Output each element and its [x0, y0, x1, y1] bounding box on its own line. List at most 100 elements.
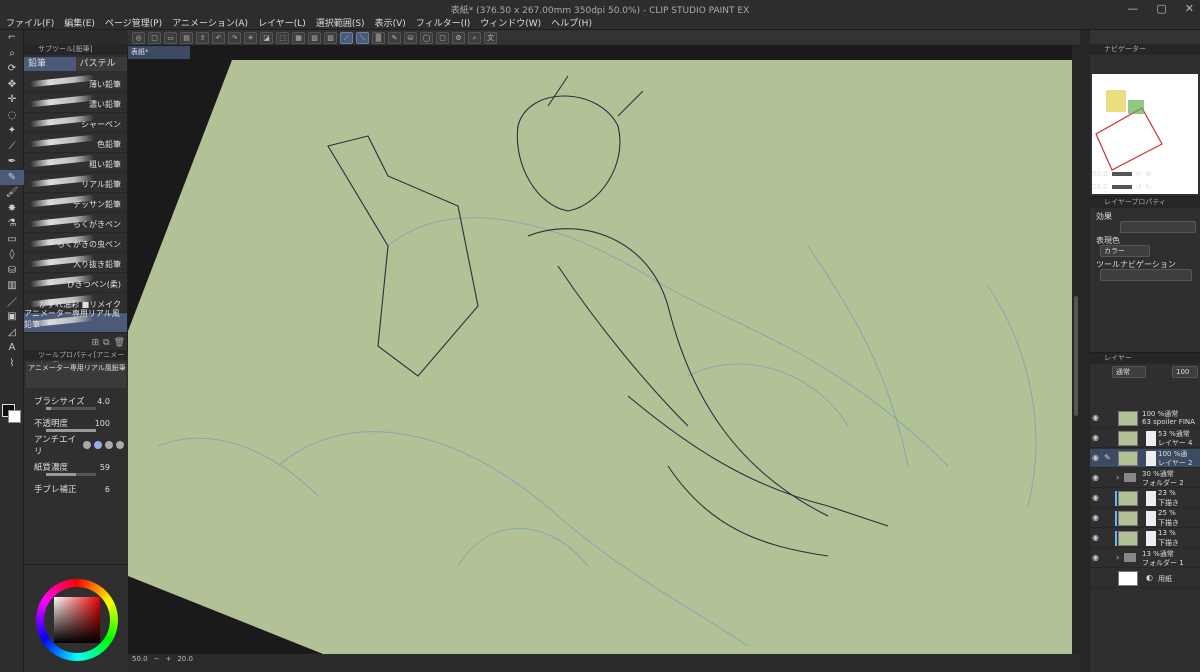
- visibility-eye-icon[interactable]: ◉: [1092, 493, 1102, 502]
- duplicate-subtool-icon[interactable]: ⧉: [103, 338, 109, 348]
- fill-icon[interactable]: ◪: [260, 31, 273, 44]
- transform-icon[interactable]: ⬚: [276, 31, 289, 44]
- airbrush-icon[interactable]: ✸: [0, 201, 24, 217]
- menu-help[interactable]: ヘルプ(H): [551, 16, 592, 29]
- saturation-value-box[interactable]: [54, 597, 100, 643]
- opacity-slider[interactable]: [46, 429, 96, 432]
- menu-layer[interactable]: レイヤー(L): [258, 16, 306, 29]
- chevron-right-icon[interactable]: ›: [1116, 553, 1119, 562]
- close-icon[interactable]: ✕: [1185, 2, 1194, 15]
- correction-icon[interactable]: ⌇: [0, 356, 24, 372]
- brush-item[interactable]: らくがきの虫ペン: [24, 233, 127, 253]
- magic-wand-icon[interactable]: ✦: [0, 123, 24, 139]
- antialias-row[interactable]: アンチエイリ: [24, 434, 128, 457]
- open-file-icon[interactable]: ▭: [164, 31, 177, 44]
- hand-icon[interactable]: ✥: [0, 77, 24, 93]
- opacity-row[interactable]: 不透明度 100: [24, 412, 128, 434]
- stabilization-row[interactable]: 手ブレ補正 6: [24, 478, 128, 500]
- bucket-icon[interactable]: ⛁: [404, 31, 417, 44]
- display-color-select[interactable]: カラー: [1100, 245, 1150, 257]
- visibility-eye-icon[interactable]: ◉: [1092, 413, 1102, 422]
- tool-nav-buttons[interactable]: [1100, 269, 1192, 281]
- visibility-eye-icon[interactable]: ◉: [1092, 453, 1102, 462]
- chevron-right-icon[interactable]: ›: [1116, 473, 1119, 482]
- select-all-icon[interactable]: ▦: [292, 31, 305, 44]
- navigator-zoom-row[interactable]: 50.0 ⊖ ⊕: [1092, 170, 1151, 178]
- decoration-icon[interactable]: ⚗: [0, 216, 24, 232]
- brush-item[interactable]: 薄い鉛筆: [24, 73, 127, 93]
- brush-item-selected[interactable]: アニメーター専用リアル風鉛筆: [24, 309, 127, 333]
- blend-mode-select[interactable]: 通常: [1112, 366, 1146, 378]
- blend-icon[interactable]: ◊: [0, 247, 24, 263]
- layer-row[interactable]: ◉ › 13 %通常 フォルダー 1: [1090, 549, 1200, 568]
- brush-size-row[interactable]: ブラシサイズ 4.0: [24, 390, 128, 412]
- paper-texture-row[interactable]: 紙質濃度 59: [24, 456, 128, 478]
- antialias-options[interactable]: [83, 441, 124, 449]
- minimize-icon[interactable]: —: [1127, 2, 1138, 15]
- menu-filter[interactable]: フィルター(I): [416, 16, 471, 29]
- visibility-eye-icon[interactable]: ◉: [1092, 513, 1102, 522]
- pen-icon[interactable]: ✒: [0, 154, 24, 170]
- menu-animation[interactable]: アニメーション(A): [172, 16, 248, 29]
- settings-icon[interactable]: ⚙: [452, 31, 465, 44]
- brush-item[interactable]: らくがきペン: [24, 213, 127, 233]
- navigator-rotation-row[interactable]: 20.0 ↺ ↻: [1092, 183, 1151, 191]
- move-icon[interactable]: ✛: [0, 92, 24, 108]
- canvas-paper[interactable]: [128, 46, 1072, 654]
- save-icon[interactable]: ▤: [180, 31, 193, 44]
- lasso-icon[interactable]: ◌: [0, 108, 24, 124]
- menu-window[interactable]: ウィンドウ(W): [480, 16, 541, 29]
- layer-row[interactable]: ◉ 100 %通常 63 spoiler FINA: [1090, 409, 1200, 428]
- brush-icon[interactable]: 🖌: [0, 185, 24, 201]
- brush-item[interactable]: 色鉛筆: [24, 133, 127, 153]
- brush-size-value[interactable]: 4.0: [97, 397, 110, 406]
- text-icon[interactable]: A: [0, 340, 24, 356]
- brush-item[interactable]: ひきつペン(柔): [24, 273, 127, 293]
- ruler-icon[interactable]: ◿: [0, 325, 24, 341]
- layer-row-selected[interactable]: ◉ ✎ 100 %通 レイヤー 2: [1090, 449, 1200, 468]
- snap-ruler-icon[interactable]: ⟋: [340, 31, 353, 44]
- canvas-area[interactable]: [128, 46, 1072, 654]
- gradient-icon[interactable]: ▥: [0, 278, 24, 294]
- snap-special-ruler-icon[interactable]: ⟍: [356, 31, 369, 44]
- navigator-rotation-value[interactable]: 20.0: [1092, 183, 1108, 191]
- visibility-eye-icon[interactable]: ◉: [1092, 553, 1102, 562]
- zoom-out-icon[interactable]: ⊖: [1136, 170, 1142, 178]
- rotate-icon[interactable]: ⟳: [0, 61, 24, 77]
- menu-page[interactable]: ページ管理(P): [105, 16, 162, 29]
- layer-row[interactable]: ◉ 53 %通常 レイヤー 4: [1090, 429, 1200, 448]
- visibility-eye-icon[interactable]: ◉: [1092, 533, 1102, 542]
- rotate-left-icon[interactable]: ↺: [1136, 183, 1142, 191]
- text-tool-icon[interactable]: 文: [484, 31, 497, 44]
- pen-pressure-icon[interactable]: ✎: [388, 31, 401, 44]
- tab-pencil[interactable]: 鉛筆: [24, 57, 76, 71]
- eyedropper-icon[interactable]: ⟋: [0, 139, 24, 155]
- sub-color-swatch[interactable]: [8, 410, 21, 423]
- eraser-icon[interactable]: ▭: [0, 232, 24, 248]
- undo-icon[interactable]: ↶: [212, 31, 225, 44]
- zoom-in-icon[interactable]: ⊕: [1145, 170, 1151, 178]
- document-tab[interactable]: 表紙*: [128, 46, 190, 59]
- status-zoom[interactable]: 50.0: [132, 655, 148, 663]
- navigator-zoom-value[interactable]: 50.0: [1092, 170, 1108, 178]
- delete-subtool-icon[interactable]: 🗑: [114, 338, 125, 348]
- clear-icon[interactable]: ✳: [244, 31, 257, 44]
- snap-grid-icon[interactable]: ▒: [372, 31, 385, 44]
- rotate-right-icon[interactable]: ↻: [1145, 183, 1151, 191]
- stabilization-value[interactable]: 6: [105, 485, 110, 494]
- layer-row[interactable]: ◉ 13 % 下描き: [1090, 529, 1200, 548]
- add-subtool-icon[interactable]: ⊞: [92, 338, 100, 348]
- effect-buttons[interactable]: [1120, 221, 1196, 233]
- layer-row[interactable]: ◉ 25 % 下描き: [1090, 509, 1200, 528]
- export-icon[interactable]: ⇪: [196, 31, 209, 44]
- fill-bucket-icon[interactable]: ⛁: [0, 263, 24, 279]
- brush-item[interactable]: リアル鉛筆: [24, 173, 127, 193]
- menu-selection[interactable]: 選択範囲(S): [316, 16, 365, 29]
- layer-opacity[interactable]: 100: [1172, 366, 1198, 378]
- tab-pastel[interactable]: パステル: [75, 57, 127, 71]
- menu-edit[interactable]: 編集(E): [64, 16, 95, 29]
- brush-size-slider[interactable]: [46, 407, 96, 410]
- zoom-icon[interactable]: ⌕: [0, 46, 24, 62]
- canvas-vertical-scrollbar[interactable]: [1072, 46, 1080, 654]
- paper-texture-slider[interactable]: [46, 473, 96, 476]
